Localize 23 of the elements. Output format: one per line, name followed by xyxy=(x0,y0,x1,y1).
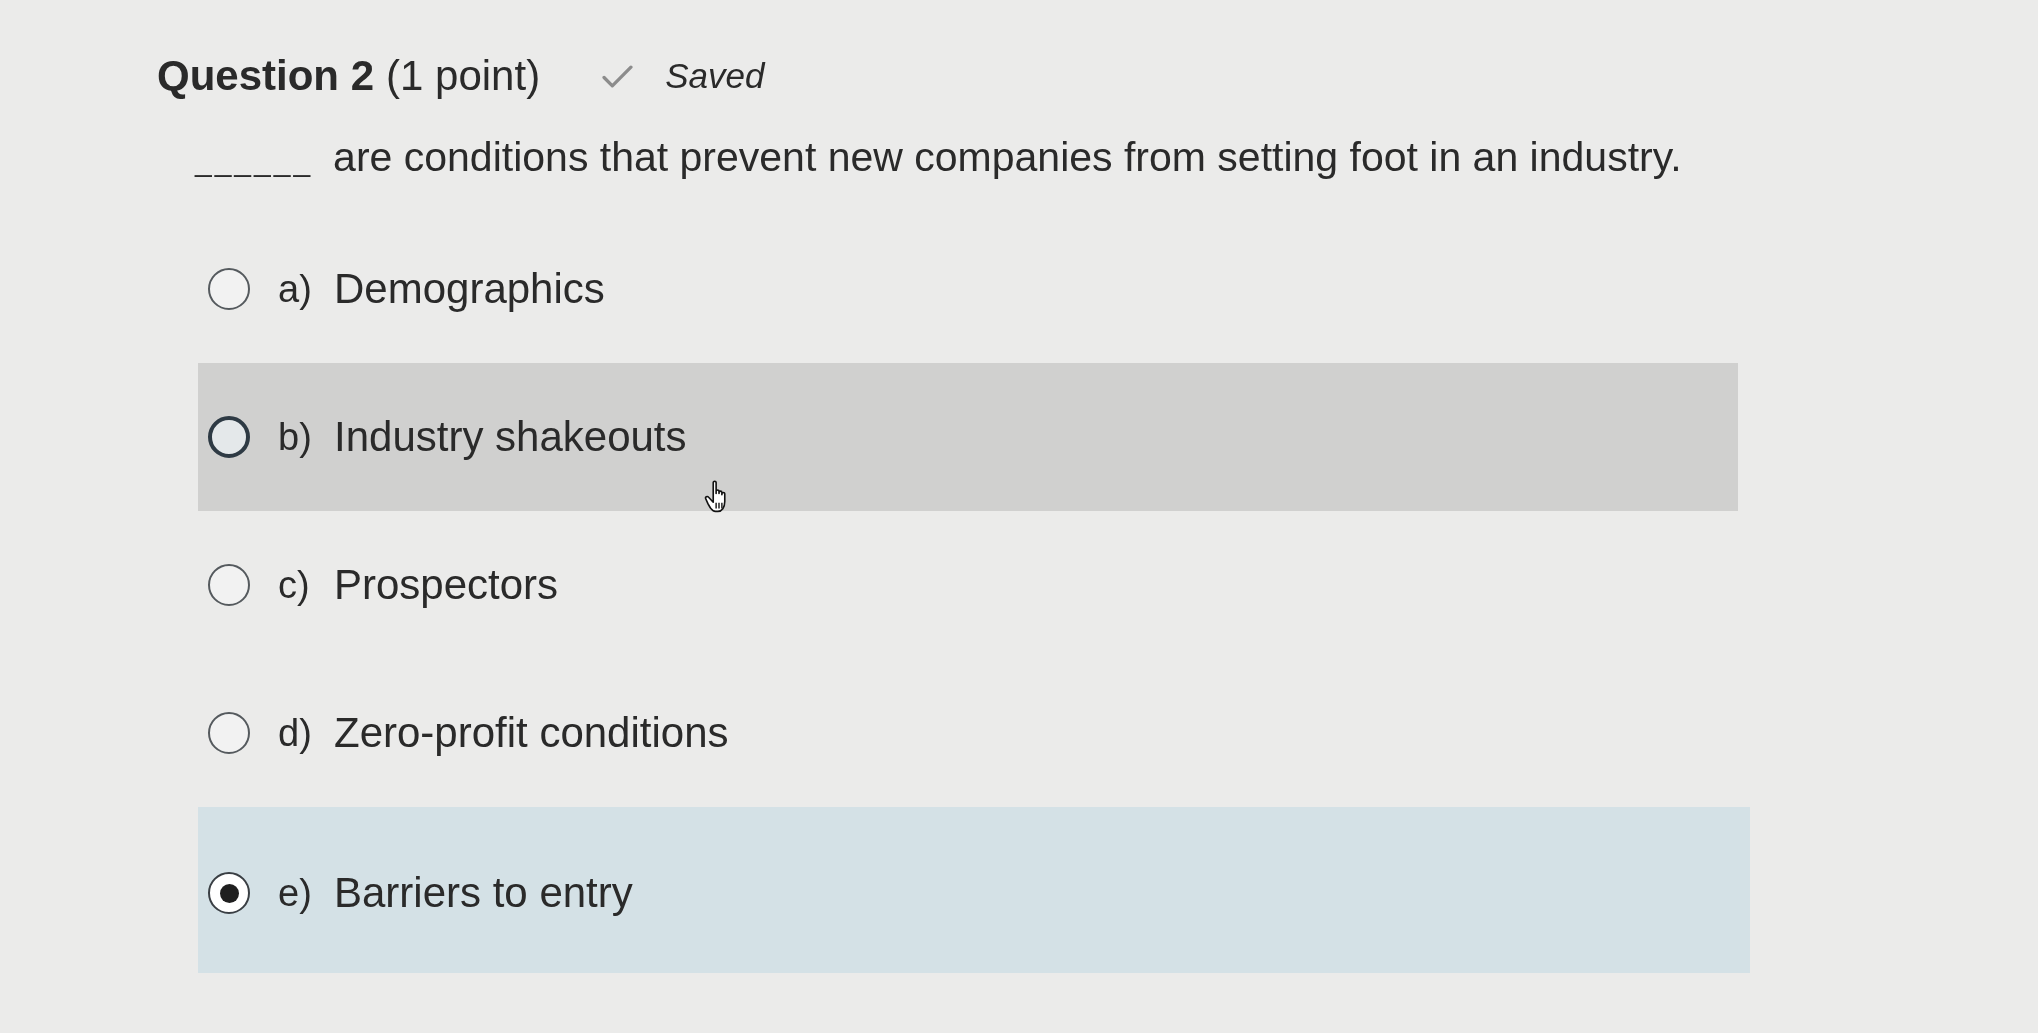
question-points: (1 point) xyxy=(386,52,541,100)
option-letter: a) xyxy=(278,267,313,311)
radio-button[interactable] xyxy=(208,416,250,458)
option-letter: d) xyxy=(278,711,313,755)
option-text: Zero-profit conditions xyxy=(334,709,729,757)
option-text: Industry shakeouts xyxy=(334,413,687,461)
option-letter: c) xyxy=(278,563,311,607)
check-icon xyxy=(602,64,634,88)
fill-in-blank: ______ xyxy=(195,144,314,178)
question-text: are conditions that prevent new companies from setting foot in an industry. xyxy=(333,134,1682,181)
option-highlight[interactable]: b) Industry shakeouts xyxy=(198,363,1738,511)
option-letter: b) xyxy=(278,415,313,459)
option-text: Prospectors xyxy=(334,561,559,609)
radio-button[interactable] xyxy=(208,872,250,914)
option-text: Demographics xyxy=(334,265,605,313)
question-title: Question 2 xyxy=(157,52,375,100)
option-highlight[interactable]: e) Barriers to entry xyxy=(198,807,1750,973)
saved-status: Saved xyxy=(665,56,765,96)
radio-button[interactable] xyxy=(208,712,250,754)
option-letter: e) xyxy=(278,871,313,915)
radio-button[interactable] xyxy=(208,564,250,606)
option-text: Barriers to entry xyxy=(334,869,633,917)
radio-button[interactable] xyxy=(208,268,250,310)
